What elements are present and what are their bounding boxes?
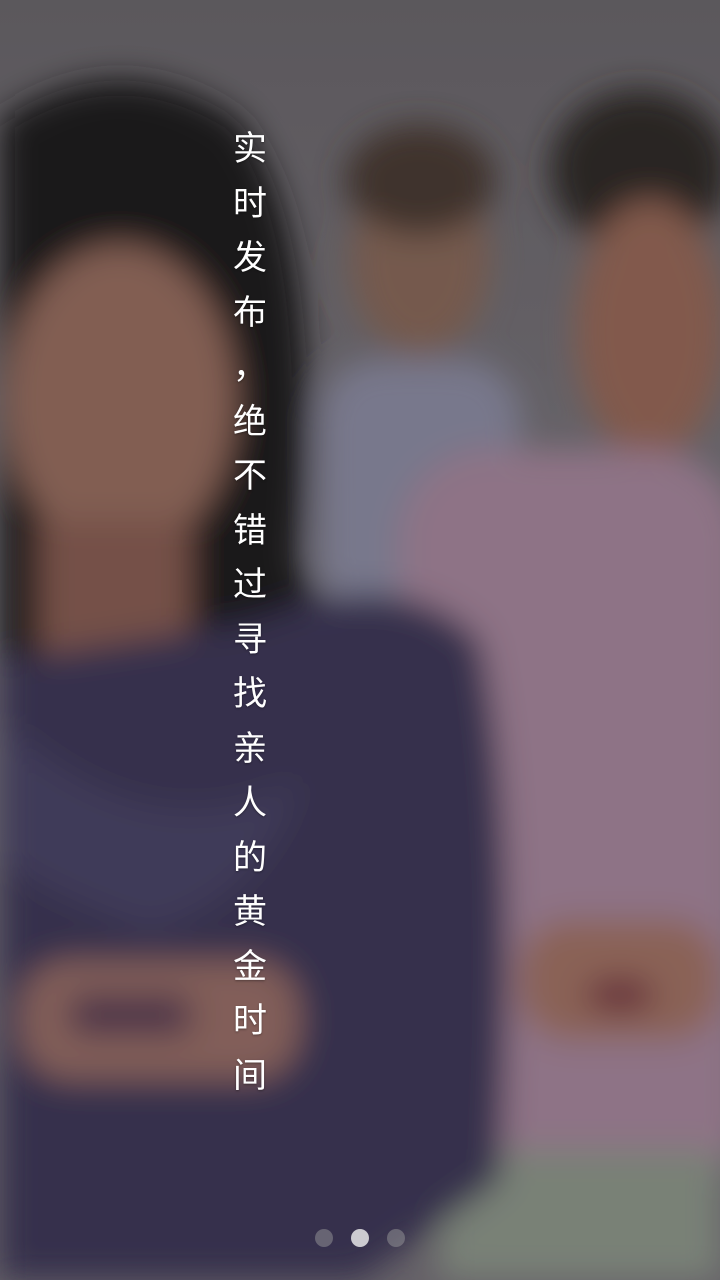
page-dot[interactable] xyxy=(387,1229,405,1247)
page-indicator xyxy=(0,1229,720,1247)
tagline-char: 黄 xyxy=(233,892,267,932)
tagline-char: 金 xyxy=(233,946,267,987)
tagline-char: 错 xyxy=(233,510,267,551)
tagline-char: 亲 xyxy=(233,728,267,769)
tagline-char: 的 xyxy=(233,837,267,878)
tagline-char: 过 xyxy=(233,565,267,605)
tagline-char: 人 xyxy=(233,783,267,823)
tagline-vertical-text: 实时发布，绝不错过寻找亲人的黄金时间 xyxy=(216,122,284,1103)
page-dot[interactable] xyxy=(315,1229,333,1247)
tagline-char: ， xyxy=(233,347,267,387)
tagline-char: 时 xyxy=(233,183,267,224)
tagline-char: 实 xyxy=(233,129,267,169)
tagline-char: 间 xyxy=(233,1055,267,1096)
tagline-char: 绝 xyxy=(233,401,267,442)
tagline-char: 发 xyxy=(233,238,267,278)
tagline-char: 时 xyxy=(233,1001,267,1041)
page-dot-active[interactable] xyxy=(351,1229,369,1247)
tagline-char: 找 xyxy=(233,674,267,714)
tagline-char: 不 xyxy=(233,456,267,496)
tagline-char: 布 xyxy=(233,292,267,333)
tagline-char: 寻 xyxy=(233,619,267,660)
background-overlay xyxy=(0,0,720,1280)
